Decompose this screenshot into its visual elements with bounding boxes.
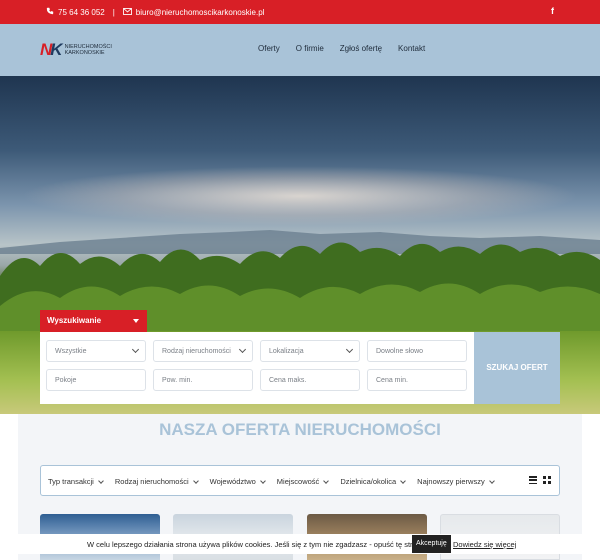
separator: | <box>112 7 115 17</box>
rooms-input[interactable]: Pokoje <box>46 369 146 391</box>
filter-list: Typ transakcji Rodzaj nieruchomości Woje… <box>48 477 495 486</box>
filter-bar: Typ transakcji Rodzaj nieruchomości Woje… <box>40 465 560 496</box>
chevron-down-icon <box>345 345 354 354</box>
filter-property-type[interactable]: Rodzaj nieruchomości <box>114 477 199 486</box>
chevron-down-icon <box>238 345 247 354</box>
location-select[interactable]: Lokalizacja <box>260 340 360 362</box>
min-price-input-placeholder: Cena min. <box>376 377 408 384</box>
filter-label: Województwo <box>209 477 256 486</box>
top-bar: 75 64 36 052 | biuro@nieruchomoscikarkon… <box>0 0 600 24</box>
property-type-select[interactable]: Rodzaj nieruchomości <box>153 340 253 362</box>
filter-district[interactable]: Dzielnica/okolica <box>340 477 407 486</box>
property-type-select-value: Rodzaj nieruchomości <box>162 348 231 355</box>
logo-mark-n: N <box>40 40 52 59</box>
clouds <box>20 166 580 226</box>
keyword-input[interactable]: Dowolne słowo <box>367 340 467 362</box>
filter-label: Miejscowość <box>276 477 320 486</box>
transaction-select[interactable]: Wszystkie <box>46 340 146 362</box>
location-select-value: Lokalizacja <box>269 348 304 355</box>
filter-transaction-type[interactable]: Typ transakcji <box>48 477 104 486</box>
filter-label: Dzielnica/okolica <box>340 477 397 486</box>
phone-icon <box>46 7 54 17</box>
min-price-input[interactable]: Cena min. <box>367 369 467 391</box>
min-area-input[interactable]: Pow. min. <box>153 369 253 391</box>
rooms-input-placeholder: Pokoje <box>55 377 77 384</box>
nav-item-zglos-oferte[interactable]: Zgłoś ofertę <box>340 44 382 53</box>
chevron-down-icon <box>192 477 199 484</box>
site-header: NK NIERUCHOMOŚCI KARKONOSKIE Oferty O fi… <box>0 24 600 76</box>
cookie-banner: W celu lepszego działania strona używa p… <box>0 534 600 554</box>
search-tab[interactable]: Wyszukiwanie <box>40 310 147 332</box>
envelope-icon <box>122 7 132 17</box>
max-price-input[interactable]: Cena maks. <box>260 369 360 391</box>
logo-mark-k: K <box>50 40 62 59</box>
logo-mark: NK <box>40 40 63 60</box>
section-title: NASZA OFERTA NIERUCHOMOŚCI <box>159 420 441 439</box>
list-view-icon[interactable] <box>529 476 537 484</box>
grid-view-icon[interactable] <box>543 476 551 484</box>
logo[interactable]: NK NIERUCHOMOŚCI KARKONOSKIE <box>40 40 112 60</box>
learn-more-link[interactable]: Dowiedz się więcej <box>453 540 516 549</box>
filter-label: Najnowszy pierwszy <box>417 477 485 486</box>
caret-down-icon <box>133 319 139 323</box>
filter-city[interactable]: Miejscowość <box>276 477 330 486</box>
logo-line2: KARKONOSKIE <box>64 50 105 56</box>
facebook-icon[interactable]: f <box>551 6 554 16</box>
search-tab-label: Wyszukiwanie <box>47 316 102 325</box>
keyword-input-placeholder: Dowolne słowo <box>376 348 424 355</box>
chevron-down-icon <box>131 345 140 354</box>
contact-info: 75 64 36 052 | biuro@nieruchomoscikarkon… <box>46 7 264 17</box>
chevron-down-icon <box>488 477 495 484</box>
min-area-input-placeholder: Pow. min. <box>162 377 193 384</box>
chevron-down-icon <box>323 477 330 484</box>
view-toggle <box>529 476 551 484</box>
max-price-input-placeholder: Cena maks. <box>269 377 307 384</box>
main-nav: Oferty O firmie Zgłoś ofertę Kontakt <box>258 44 425 53</box>
nav-item-kontakt[interactable]: Kontakt <box>398 44 425 53</box>
accept-cookies-button[interactable]: Akceptuję <box>412 535 451 553</box>
filter-sort[interactable]: Najnowszy pierwszy <box>417 477 495 486</box>
email-link[interactable]: biuro@nieruchomoscikarkonoskie.pl <box>136 8 265 17</box>
nav-item-o-firmie[interactable]: O firmie <box>296 44 324 53</box>
filter-label: Typ transakcji <box>48 477 94 486</box>
cookie-message: W celu lepszego działania strona używa p… <box>87 540 428 549</box>
nav-item-oferty[interactable]: Oferty <box>258 44 280 53</box>
filter-label: Rodzaj nieruchomości <box>114 477 189 486</box>
chevron-down-icon <box>259 477 266 484</box>
phone-number[interactable]: 75 64 36 052 <box>58 8 105 17</box>
chevron-down-icon <box>400 477 407 484</box>
filter-voivodeship[interactable]: Województwo <box>209 477 266 486</box>
search-form: Wszystkie Rodzaj nieruchomości Lokalizac… <box>40 332 560 404</box>
transaction-select-value: Wszystkie <box>55 348 87 355</box>
search-button[interactable]: SZUKAJ OFERT <box>474 332 560 404</box>
chevron-down-icon <box>98 477 104 484</box>
logo-text: NIERUCHOMOŚCI KARKONOSKIE <box>65 44 112 56</box>
